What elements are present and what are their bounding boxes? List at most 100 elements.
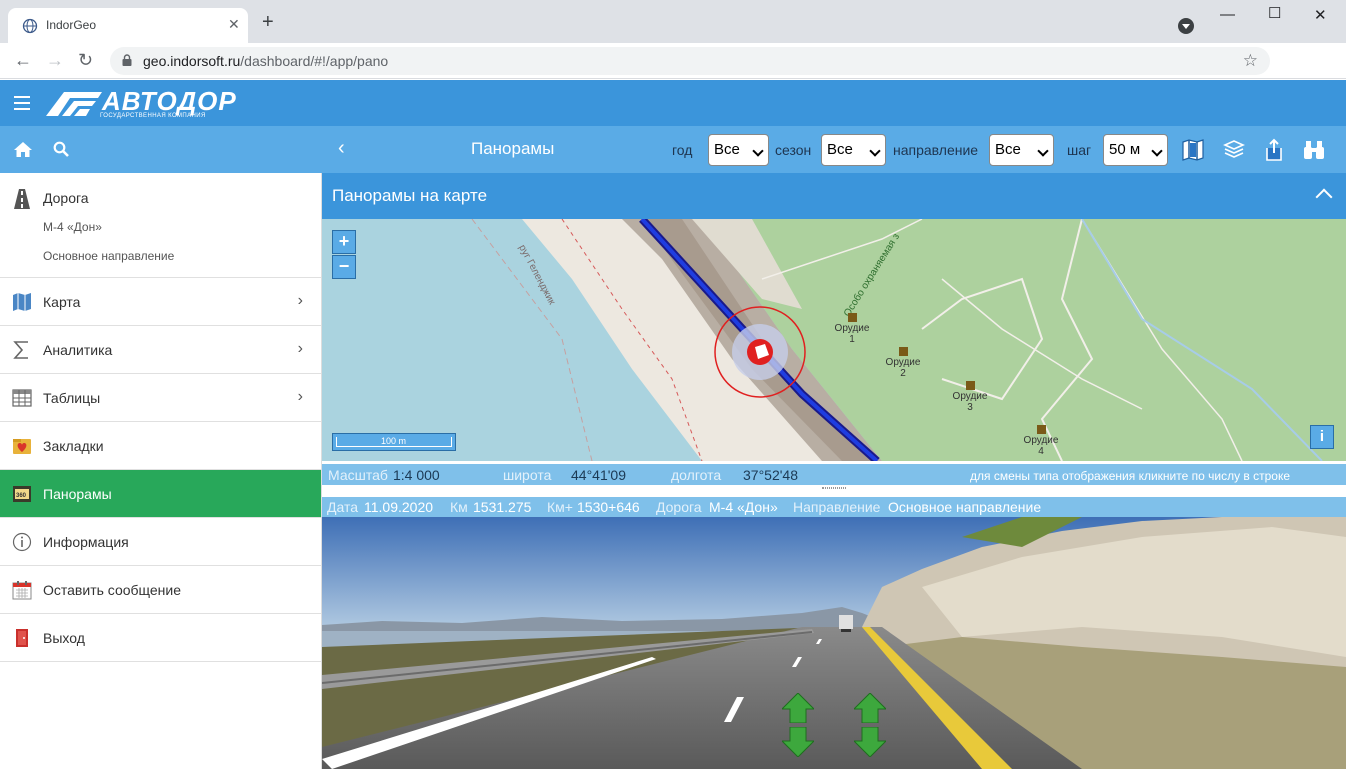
address-bar[interactable]: geo.indorsoft.ru/dashboard/#!/app/pano ☆	[110, 47, 1270, 75]
logo-subtext: ГОСУДАРСТВЕННАЯ КОМПАНИЯ	[100, 113, 206, 119]
table-icon	[12, 389, 32, 407]
map-icon	[13, 293, 31, 311]
app-header: АВТОДОР ГОСУДАРСТВЕННАЯ КОМПАНИЯ	[0, 80, 1346, 126]
season-label: сезон	[775, 142, 812, 158]
svg-text:360: 360	[16, 493, 27, 499]
km-plus-value: 1530+646	[577, 499, 640, 515]
tab-title: IndorGeo	[46, 18, 97, 32]
sidebar-item-label: Выход	[43, 630, 85, 646]
tab-search-icon[interactable]	[1178, 18, 1194, 34]
collapse-chevron-icon[interactable]	[1315, 188, 1333, 206]
direction-label: Направление	[793, 499, 881, 515]
step-label: шаг	[1067, 142, 1092, 158]
new-tab-icon[interactable]: +	[262, 12, 274, 32]
search-icon[interactable]	[53, 141, 69, 157]
road-direction[interactable]: Основное направление	[43, 249, 174, 263]
zoom-out-button[interactable]: −	[332, 255, 356, 279]
sidebar-item-label: Закладки	[43, 438, 104, 454]
sidebar-item-exit[interactable]: Выход	[0, 614, 321, 662]
move-forward-right-arrow-icon[interactable]	[854, 693, 886, 723]
sidebar-item-info[interactable]: Информация	[0, 518, 321, 566]
sidebar-item-tables[interactable]: Таблицы ›	[0, 374, 321, 422]
map-panel-header[interactable]: Панорамы на карте	[322, 173, 1346, 219]
reload-icon[interactable]: ↻	[78, 51, 93, 69]
calendar-icon	[12, 581, 32, 600]
zoom-in-button[interactable]: +	[332, 230, 356, 254]
chevron-right-icon: ›	[297, 340, 303, 357]
lock-icon	[122, 54, 132, 66]
panorama-image	[322, 517, 1346, 769]
monument-icon	[847, 313, 857, 322]
url-path: /dashboard/#!/app/pano	[240, 53, 389, 69]
bookmark-star-icon[interactable]: ☆	[1243, 51, 1258, 71]
poi-gun-3[interactable]: Орудие 3	[950, 381, 990, 413]
map-view[interactable]: руг Геленджик Особо охраняемая з Орудие 1…	[322, 219, 1346, 461]
sidebar-item-label: Панорамы	[43, 486, 112, 502]
map-book-icon[interactable]	[1181, 138, 1205, 162]
sidebar-item-analytics[interactable]: Аналитика ›	[0, 326, 321, 374]
poi-gun-2[interactable]: Орудие 2	[883, 347, 923, 379]
panorama-view[interactable]	[322, 517, 1346, 769]
url-host: geo.indorsoft.ru	[143, 53, 241, 69]
sidebar-item-label: Аналитика	[43, 342, 113, 358]
sidebar-item-leave-message[interactable]: Оставить сообщение	[0, 566, 321, 614]
layers-icon[interactable]	[1222, 138, 1246, 162]
info-icon	[12, 532, 32, 552]
sidebar-item-label: Таблицы	[43, 390, 101, 406]
direction-select[interactable]: Все	[989, 134, 1054, 166]
poi-gun-1[interactable]: Орудие 1	[832, 313, 872, 345]
latitude-label: широта	[503, 467, 552, 483]
sidebar-item-panoramas[interactable]: 360 Панорамы	[0, 470, 321, 518]
home-icon[interactable]	[14, 142, 32, 157]
latitude-value[interactable]: 44°41'09	[571, 467, 626, 483]
hamburger-menu-icon[interactable]	[14, 96, 30, 110]
km-value: 1531.275	[473, 499, 532, 515]
sidebar-item-bookmarks[interactable]: Закладки	[0, 422, 321, 470]
longitude-value[interactable]: 37°52'48	[743, 467, 798, 483]
avtodor-logo[interactable]: АВТОДОР ГОСУДАРСТВЕННАЯ КОМПАНИЯ	[42, 86, 242, 122]
year-select[interactable]: Все	[708, 134, 769, 166]
km-label: Км	[450, 499, 468, 515]
close-tab-icon[interactable]: ✕	[228, 16, 240, 33]
app-subheader: ‹ Панорамы год Все сезон Все направление…	[0, 126, 1346, 173]
back-chevron-icon[interactable]: ‹	[338, 137, 345, 160]
sidebar-item-map[interactable]: Карта ›	[0, 278, 321, 326]
road-label: Дорога	[656, 499, 702, 515]
move-forward-left-arrow-icon[interactable]	[782, 693, 814, 723]
scale-value[interactable]: 1:4 000	[393, 467, 440, 483]
km-plus-label: Км+	[547, 499, 573, 515]
share-icon[interactable]	[1262, 138, 1286, 162]
exit-door-icon	[16, 629, 28, 647]
browser-toolbar: ← → ↻ geo.indorsoft.ru/dashboard/#!/app/…	[0, 43, 1346, 113]
monument-icon	[965, 381, 975, 390]
season-select[interactable]: Все	[821, 134, 886, 166]
monument-icon	[898, 347, 908, 356]
panorama-360-icon: 360	[13, 486, 31, 502]
direction-value: Основное направление	[888, 499, 1042, 515]
forward-arrow-icon[interactable]: →	[46, 51, 64, 69]
poi-gun-4[interactable]: Орудие 4	[1021, 425, 1061, 457]
road-title: Дорога	[43, 190, 89, 206]
map-status-bar: Масштаб 1:4 000 широта 44°41'09 долгота …	[322, 464, 1346, 485]
browser-tab[interactable]: IndorGeo ✕	[8, 8, 248, 43]
monument-icon	[1036, 425, 1046, 434]
move-backward-left-arrow-icon[interactable]	[782, 727, 814, 757]
globe-icon	[22, 18, 38, 34]
direction-label: направление	[893, 142, 979, 158]
binoculars-icon[interactable]	[1302, 138, 1326, 162]
road-name[interactable]: М-4 «Дон»	[43, 220, 102, 234]
date-label: Дата	[327, 499, 359, 515]
maximize-icon[interactable]: ☐	[1268, 4, 1281, 22]
panorama-status-bar: Дата 11.09.2020 Км 1531.275 Км+ 1530+646…	[322, 497, 1346, 517]
back-arrow-icon[interactable]: ←	[14, 51, 32, 69]
longitude-label: долгота	[671, 467, 722, 483]
road-icon	[14, 189, 30, 209]
browser-tab-strip: IndorGeo ✕ + — ☐ ✕	[0, 0, 1346, 43]
move-backward-right-arrow-icon[interactable]	[854, 727, 886, 757]
close-window-icon[interactable]: ✕	[1314, 6, 1327, 24]
minimize-icon[interactable]: —	[1220, 6, 1235, 23]
road-value: М-4 «Дон»	[709, 499, 778, 515]
step-select[interactable]: 50 м	[1103, 134, 1168, 166]
map-panel-title: Панорамы на карте	[332, 186, 488, 205]
map-info-button[interactable]: i	[1310, 425, 1334, 449]
